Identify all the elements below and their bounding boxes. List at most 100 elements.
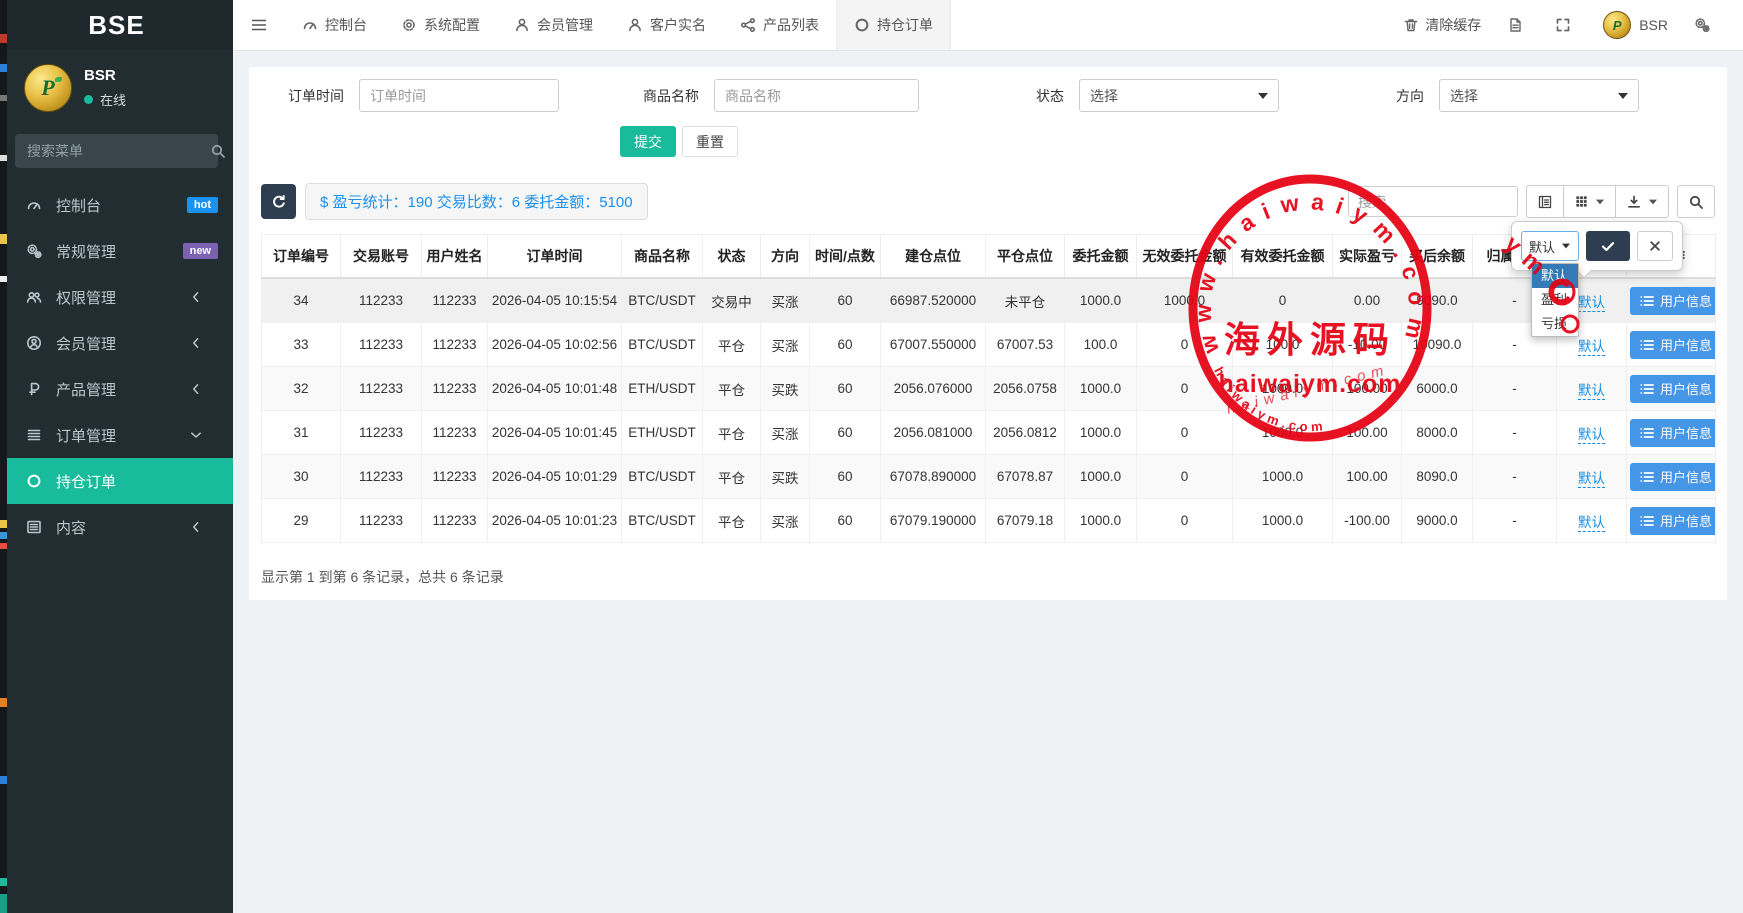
table-row: 311122331122332026-04-05 10:01:45ETH/USD… [262, 411, 1716, 455]
table-cell: 平仓 [703, 323, 761, 367]
sidebar-item-7[interactable]: 持仓订单 [0, 458, 233, 504]
table-cell: 2056.0812 [986, 411, 1065, 455]
table-cell: 2056.0758 [986, 367, 1065, 411]
control-editable-link[interactable]: 默认 [1578, 295, 1605, 312]
control-editable-link[interactable]: 默认 [1578, 471, 1605, 488]
reset-button[interactable]: 重置 [682, 126, 738, 157]
table-cell: 1000.0 [1233, 367, 1333, 411]
circle-o-icon [854, 17, 870, 33]
control-editable-link[interactable]: 默认 [1578, 383, 1605, 400]
hamburger-icon [249, 15, 269, 35]
table-cell: - [1473, 367, 1557, 411]
control-editable-link[interactable]: 默认 [1578, 339, 1605, 356]
column-header: 订单编号 [262, 235, 341, 279]
export-button[interactable] [1615, 185, 1669, 218]
table-cell: 用户信息 [1627, 278, 1716, 323]
submit-button[interactable]: 提交 [620, 126, 676, 157]
user-info-button-label: 用户信息 [1660, 511, 1712, 530]
table-row: 291122331122332026-04-05 10:01:23BTC/USD… [262, 499, 1716, 543]
tab-6[interactable]: 持仓订单 [836, 0, 951, 50]
filter-input-2[interactable] [714, 79, 919, 112]
tab-label: 会员管理 [537, 15, 593, 35]
table-cell: 67079.190000 [881, 499, 986, 543]
control-select[interactable]: 默认 [1521, 231, 1579, 261]
table-cell: 0 [1233, 278, 1333, 323]
table-cell: 60 [810, 411, 881, 455]
filter-label: 商品名称 [559, 86, 714, 106]
settings-button[interactable] [1681, 17, 1729, 33]
sidebar-item-4[interactable]: 会员管理 [0, 320, 233, 366]
tab-label: 产品列表 [763, 15, 819, 35]
check-icon [1600, 238, 1616, 254]
tab-5[interactable]: 产品列表 [723, 0, 836, 50]
sidebar-item-3[interactable]: 权限管理 [0, 274, 233, 320]
dropdown-option[interactable]: 默认 [1532, 264, 1578, 288]
user-info-button[interactable]: 用户信息 [1630, 419, 1716, 447]
table-cell: 默认 [1557, 411, 1627, 455]
caret-down-icon [1562, 244, 1570, 249]
sidebar-item-6[interactable]: 订单管理 [0, 412, 233, 458]
tab-4[interactable]: 客户实名 [610, 0, 723, 50]
dropdown-option[interactable]: 盈利 [1532, 288, 1578, 312]
fullscreen-button[interactable] [1542, 17, 1590, 33]
tab-label: 客户实名 [650, 15, 706, 35]
user-info-button[interactable]: 用户信息 [1630, 375, 1716, 403]
control-editable-link[interactable]: 默认 [1578, 515, 1605, 532]
filter-select-4[interactable]: 选择 [1439, 79, 1639, 112]
sidebar-item-1[interactable]: 控制台hot [0, 182, 233, 228]
topbar-right: 清除缓存 P BSR [1390, 0, 1743, 50]
column-header: 商品名称 [622, 235, 703, 279]
user-info-button[interactable]: 用户信息 [1630, 287, 1716, 315]
cancel-button[interactable] [1637, 231, 1673, 261]
sidebar-search-input[interactable] [25, 142, 210, 160]
table-search-button[interactable] [1677, 185, 1715, 218]
table-cell: 112233 [341, 278, 422, 323]
table-cell: 用户信息 [1627, 323, 1716, 367]
column-header: 建仓点位 [881, 235, 986, 279]
refresh-button[interactable] [261, 184, 296, 219]
table-cell: 用户信息 [1627, 367, 1716, 411]
user-info-button[interactable]: 用户信息 [1630, 507, 1716, 535]
chevron-left-icon [188, 289, 208, 305]
sidebar-search [15, 134, 218, 168]
app-logo: BSE [0, 0, 233, 50]
table-cell: 平仓 [703, 499, 761, 543]
table-search-input[interactable] [1348, 186, 1518, 217]
sidebar-item-8[interactable]: 内容 [0, 504, 233, 550]
chevron-left-icon [188, 381, 208, 397]
sidebar-item-5[interactable]: 产品管理 [0, 366, 233, 412]
filter-group-1: 订单时间 [249, 79, 559, 112]
page-tool-button[interactable] [1494, 17, 1542, 33]
sidebar-toggle-button[interactable] [233, 0, 285, 50]
sidebar-item-2[interactable]: 常规管理new [0, 228, 233, 274]
table-cell: 0 [1137, 499, 1233, 543]
circle-o-icon [26, 473, 46, 489]
tab-1[interactable]: 控制台 [285, 0, 384, 50]
filter-select-3[interactable]: 选择 [1079, 79, 1279, 112]
dropdown-option[interactable]: 亏损 [1532, 312, 1578, 336]
table-cell: 2026-04-05 10:01:48 [488, 367, 622, 411]
filter-input-1[interactable] [359, 79, 559, 112]
detail-view-button[interactable] [1526, 185, 1564, 218]
user-icon [514, 17, 530, 33]
table-cell: 67007.53 [986, 323, 1065, 367]
confirm-button[interactable] [1586, 231, 1630, 261]
tab-3[interactable]: 会员管理 [497, 0, 610, 50]
tab-2[interactable]: 系统配置 [384, 0, 497, 50]
topbar-user-menu[interactable]: P BSR [1590, 11, 1681, 39]
user-info-button[interactable]: 用户信息 [1630, 463, 1716, 491]
table-cell: 用户信息 [1627, 455, 1716, 499]
user-info-button-label: 用户信息 [1660, 291, 1712, 310]
table-row: 321122331122332026-04-05 10:01:48ETH/USD… [262, 367, 1716, 411]
table-cell: 2026-04-05 10:01:45 [488, 411, 622, 455]
table-cell: 平仓 [703, 411, 761, 455]
user-circle-icon [26, 335, 46, 351]
clear-cache-button[interactable]: 清除缓存 [1390, 15, 1494, 35]
columns-button[interactable] [1563, 185, 1616, 218]
column-header: 买后余额 [1402, 235, 1473, 279]
app-root: BSE P BSR 在线 控制台hot常规管理new权限管理会员管理产品管理订单… [0, 0, 1743, 913]
topbar-tabs: 控制台系统配置 会员管理 客户实名 产品列表持仓订单 [285, 0, 951, 50]
table-cell: 32 [262, 367, 341, 411]
control-editable-link[interactable]: 默认 [1578, 427, 1605, 444]
user-info-button[interactable]: 用户信息 [1630, 331, 1716, 359]
